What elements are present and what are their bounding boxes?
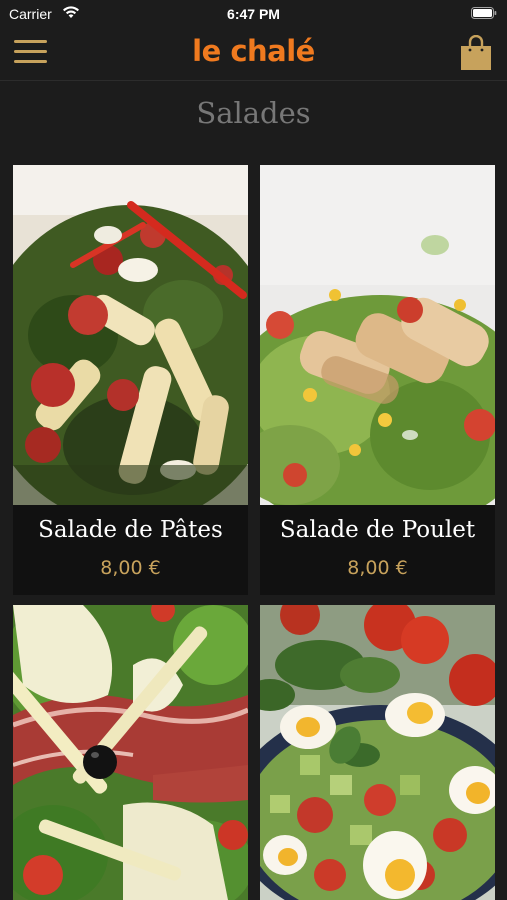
ham-cheese-salad-photo [13,605,248,900]
clock-time: 6:47 PM [227,6,280,22]
product-price: 8,00 € [347,557,408,579]
brand-logo: le chalé [192,34,315,68]
chicken-salad-photo [260,165,495,505]
battery-icon [471,7,497,19]
egg-tomato-salad-photo [260,605,495,900]
page-title: Salades [196,96,311,130]
product-name: Salade de Poulet [279,517,476,543]
product-card[interactable] [13,605,248,900]
status-bar: Carrier 6:47 PM [0,0,507,28]
product-card[interactable]: Salade de Pâtes 8,00 € [13,165,248,595]
product-card[interactable] [260,605,495,900]
product-price: 8,00 € [100,557,161,579]
nav-bar: le chalé [0,28,507,81]
shopping-bag-icon[interactable] [459,35,493,71]
product-card[interactable]: Salade de Poulet 8,00 € [260,165,495,595]
pasta-salad-photo [13,165,248,505]
product-name: Salade de Pâtes [38,517,223,543]
